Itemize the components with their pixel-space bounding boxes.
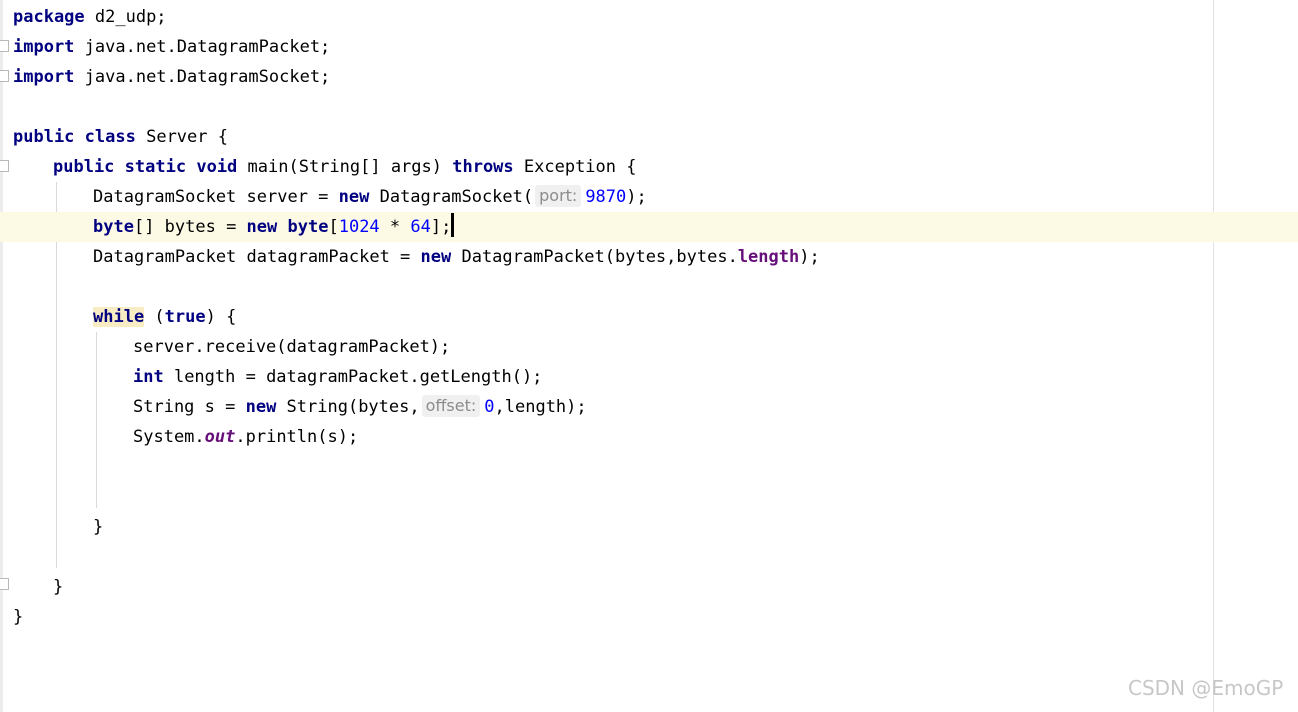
keyword: int (133, 367, 164, 387)
keyword: static (124, 157, 187, 177)
code-text: DatagramPacket datagramPacket = (93, 247, 421, 267)
parameter-hint: offset: (421, 395, 481, 417)
number-literal: 1024 (338, 217, 380, 237)
keyword: new (246, 217, 278, 237)
text-caret (451, 213, 455, 237)
code-line-20[interactable]: } (0, 572, 1298, 602)
number-literal: 64 (410, 217, 431, 237)
keyword: throws (452, 157, 514, 177)
keyword: package (13, 7, 85, 27)
keyword-highlighted: while (93, 307, 145, 327)
field-reference: length (737, 247, 800, 267)
code-line-14[interactable]: String s = new String(bytes, offset: 0,len… (0, 392, 1298, 422)
code-text: ); (799, 247, 820, 267)
code-line-18[interactable]: } (0, 512, 1298, 542)
code-text: [ (328, 217, 339, 237)
static-field-reference: out (204, 427, 236, 447)
code-text: java.net.DatagramPacket; (74, 37, 331, 57)
code-line-5[interactable]: public class Server { (0, 122, 1298, 152)
code-text: ( (144, 307, 165, 327)
code-line-21[interactable]: } (0, 602, 1298, 632)
code-text: Server { (135, 127, 228, 147)
code-text: java.net.DatagramSocket; (74, 67, 331, 87)
code-text: * (379, 217, 411, 237)
keyword: true (164, 307, 206, 327)
keyword: new (338, 187, 370, 207)
keyword: class (84, 127, 136, 147)
code-line-1[interactable]: package d2_udp; (0, 2, 1298, 32)
keyword: import (13, 67, 75, 87)
code-line-2[interactable]: import java.net.DatagramPacket; (0, 32, 1298, 62)
keyword: public (13, 127, 75, 147)
code-line-12[interactable]: server.receive(datagramPacket); (0, 332, 1298, 362)
code-text: String s = (133, 397, 246, 417)
code-text: main(String[] args) (237, 157, 453, 177)
parameter-hint: port: (535, 185, 582, 207)
code-line-11[interactable]: while (true) { (0, 302, 1298, 332)
code-line-6[interactable]: public static void main(String[] args) t… (0, 152, 1298, 182)
code-line-3[interactable]: import java.net.DatagramSocket; (0, 62, 1298, 92)
keyword: public (53, 157, 115, 177)
code-line-8-current[interactable]: byte[] bytes = new byte[1024 * 64]; (0, 212, 1298, 242)
keyword: new (245, 397, 277, 417)
code-text: String(bytes, (276, 397, 420, 417)
code-line-9[interactable]: DatagramPacket datagramPacket = new Data… (0, 242, 1298, 272)
number-literal: 0 (484, 397, 495, 417)
code-text: length = datagramPacket.getLength(); (163, 367, 543, 387)
keyword: void (196, 157, 238, 177)
code-text: DatagramSocket server = (93, 187, 339, 207)
code-text: } (13, 607, 24, 627)
keyword: import (13, 37, 75, 57)
code-text: ]; (430, 217, 452, 237)
number-literal: 9870 (585, 187, 627, 207)
code-text: [] bytes = (133, 217, 247, 237)
code-text: } (53, 577, 64, 597)
keyword: new (420, 247, 452, 267)
watermark: CSDN @EmoGP (1128, 676, 1284, 700)
code-line-13[interactable]: int length = datagramPacket.getLength(); (0, 362, 1298, 392)
keyword: byte (287, 217, 329, 237)
keyword: byte (93, 217, 134, 237)
code-editor[interactable]: package d2_udp; import java.net.Datagram… (0, 0, 1298, 712)
code-text: ); (626, 187, 647, 207)
code-text: ) { (205, 307, 237, 327)
code-text: DatagramPacket(bytes,bytes. (451, 247, 738, 267)
code-text: d2_udp; (84, 7, 167, 27)
code-text: } (93, 517, 104, 537)
code-line-7[interactable]: DatagramSocket server = new DatagramSock… (0, 182, 1298, 212)
code-text: server.receive(datagramPacket); (133, 337, 451, 357)
code-text: DatagramSocket( (369, 187, 534, 207)
code-text: System. (133, 427, 205, 447)
code-text: ,length); (494, 397, 587, 417)
code-line-15[interactable]: System.out.println(s); (0, 422, 1298, 452)
code-text: .println(s); (235, 427, 359, 447)
code-text: Exception { (513, 157, 637, 177)
